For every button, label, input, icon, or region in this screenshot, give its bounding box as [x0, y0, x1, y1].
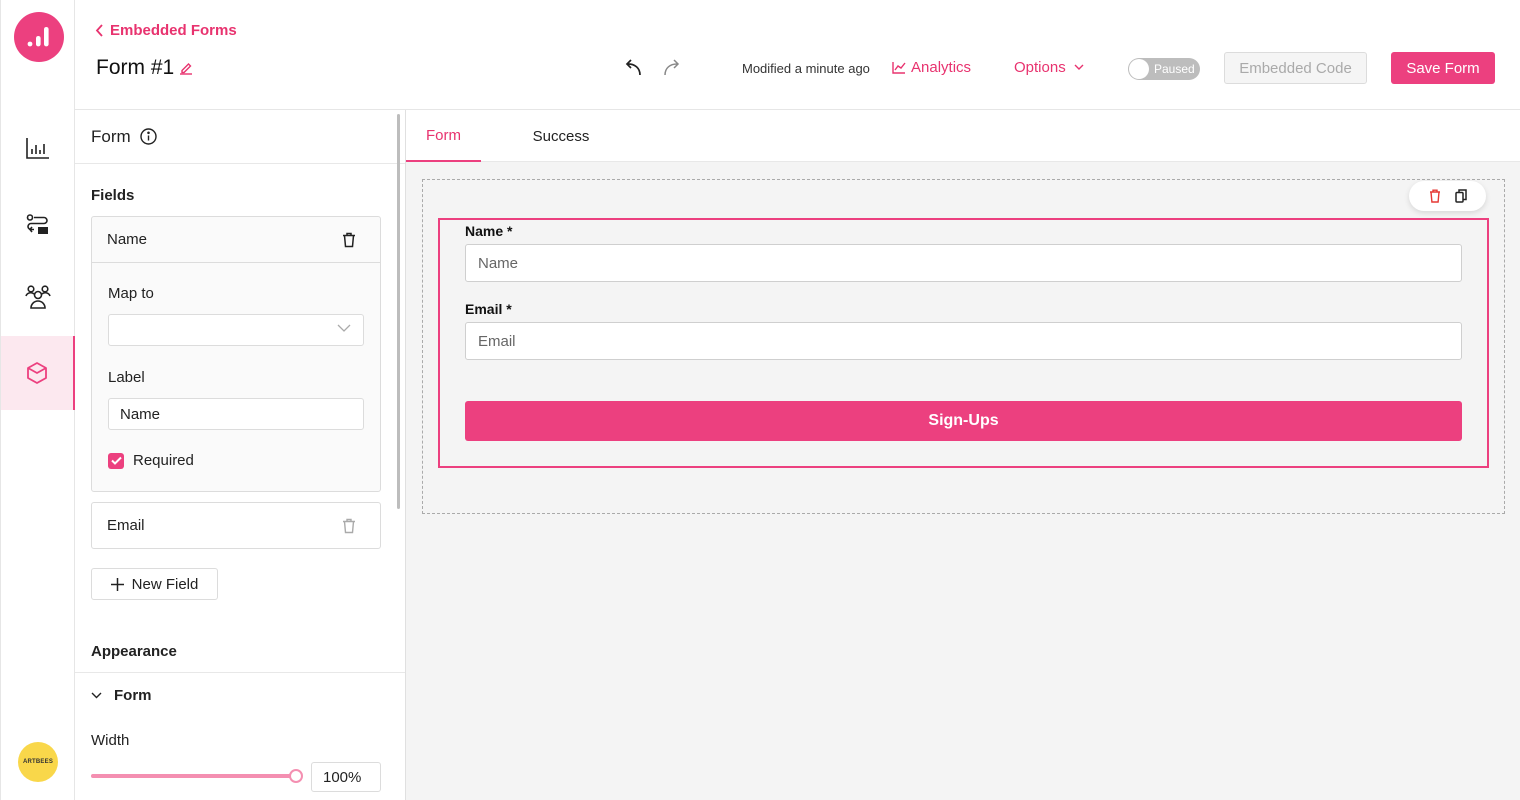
form-canvas: Form Success Name * Email * — [405, 110, 1520, 800]
name-field-label: Name * — [465, 223, 513, 239]
undo-icon — [625, 59, 641, 76]
appearance-heading: Appearance — [91, 643, 177, 660]
analytics-label: Analytics — [911, 59, 972, 76]
form-block[interactable]: Name * Email * Sign-Ups — [438, 218, 1489, 468]
width-input[interactable] — [311, 762, 381, 792]
chevron-down-icon — [337, 324, 351, 332]
rail-item-forms[interactable] — [1, 336, 75, 410]
chevron-down-icon — [1074, 64, 1084, 70]
name-field-input[interactable] — [465, 244, 1462, 282]
email-field-label: Email * — [465, 301, 512, 317]
trash-icon[interactable] — [342, 232, 356, 248]
tab-bar: Form Success — [406, 110, 1520, 162]
field-card-header[interactable]: Name — [92, 217, 380, 262]
back-link-label: Embedded Forms — [110, 22, 237, 39]
page-header: Embedded Forms Form #1 Modified a minute… — [75, 0, 1520, 110]
tab-label: Form — [426, 126, 461, 144]
label-input[interactable] — [108, 398, 364, 430]
form-title: Form #1 — [96, 56, 175, 79]
settings-panel: Form Fields Name Map to Label Name Requi… — [75, 110, 405, 800]
edit-pencil-icon[interactable] — [179, 61, 193, 75]
map-to-label: Map to — [108, 285, 154, 302]
back-link[interactable]: Embedded Forms — [95, 22, 237, 39]
copy-icon — [1454, 189, 1467, 203]
checkbox-checked-icon — [108, 452, 124, 469]
rail-item-automations[interactable] — [1, 188, 75, 262]
field-card-name: Name Map to Label Required — [91, 216, 381, 492]
embedded-code-button[interactable]: Embedded Code — [1224, 52, 1367, 84]
options-dropdown[interactable]: Options — [1014, 59, 1084, 76]
avatar-text: ARTBEES — [22, 759, 54, 765]
save-form-button[interactable]: Save Form — [1391, 52, 1495, 84]
fields-heading: Fields — [91, 187, 135, 204]
line-chart-icon — [892, 62, 906, 74]
left-rail: ARTBEES — [0, 0, 75, 800]
page-title: Form #1 — [96, 56, 193, 80]
app-root: ARTBEES Embedded Forms Form #1 Modified … — [0, 0, 1520, 800]
required-label: Required — [133, 452, 194, 469]
chevron-left-icon — [95, 24, 103, 37]
label-label: Label — [108, 369, 145, 386]
rail-item-audience[interactable] — [1, 260, 75, 334]
redo-button[interactable] — [663, 58, 681, 81]
toggle-label: Paused — [1154, 62, 1195, 76]
duplicate-block-button[interactable] — [1454, 189, 1467, 203]
field-card-email: Email — [91, 502, 381, 549]
panel-scrollbar[interactable] — [397, 114, 400, 509]
delete-block-button[interactable] — [1429, 189, 1441, 203]
undo-button[interactable] — [624, 58, 642, 81]
workflow-icon — [26, 214, 48, 234]
width-label: Width — [91, 732, 130, 749]
trash-icon[interactable] — [342, 518, 356, 534]
options-label: Options — [1014, 59, 1066, 76]
block-toolbar — [1409, 181, 1486, 211]
new-field-label: New Field — [131, 575, 199, 593]
submit-label: Sign-Ups — [928, 412, 999, 429]
form-section-toggle[interactable]: Form — [91, 687, 152, 704]
redo-icon — [664, 59, 680, 76]
tab-form[interactable]: Form — [406, 110, 481, 162]
field-card-body: Map to Label Required — [92, 262, 380, 491]
map-to-select[interactable] — [108, 314, 364, 346]
email-field-input[interactable] — [465, 322, 1462, 360]
panel-title: Form — [91, 126, 131, 146]
divider — [75, 672, 405, 673]
new-field-button[interactable]: New Field — [91, 568, 218, 600]
analytics-link[interactable]: Analytics — [892, 59, 971, 76]
info-icon[interactable] — [139, 128, 157, 145]
form-section-label: Form — [114, 687, 152, 704]
save-form-label: Save Form — [1406, 59, 1480, 77]
app-logo[interactable] — [14, 12, 64, 62]
panel-header: Form — [75, 110, 405, 164]
plus-icon — [110, 577, 124, 591]
account-avatar[interactable]: ARTBEES — [18, 742, 58, 782]
field-name: Email — [107, 517, 145, 534]
chevron-down-icon — [91, 692, 102, 699]
field-name: Name — [107, 231, 148, 248]
slider-fill — [91, 774, 296, 778]
rail-item-analytics[interactable] — [1, 111, 75, 185]
tab-label: Success — [532, 127, 590, 145]
field-card-header[interactable]: Email — [92, 503, 380, 548]
embedded-code-label: Embedded Code — [1239, 59, 1352, 77]
status-toggle[interactable]: Paused — [1128, 58, 1200, 80]
bar-chart-icon — [26, 138, 49, 159]
submit-button[interactable]: Sign-Ups — [465, 401, 1462, 441]
width-slider[interactable] — [91, 769, 303, 783]
slider-thumb[interactable] — [289, 769, 303, 783]
modified-status: Modified a minute ago — [742, 61, 870, 76]
tab-success[interactable]: Success — [516, 110, 606, 162]
trash-icon — [1429, 189, 1440, 203]
box-icon — [27, 362, 47, 384]
logo-bars-icon — [27, 27, 49, 47]
required-checkbox[interactable]: Required — [108, 452, 194, 469]
users-icon — [25, 285, 51, 309]
toggle-knob — [1129, 59, 1149, 79]
